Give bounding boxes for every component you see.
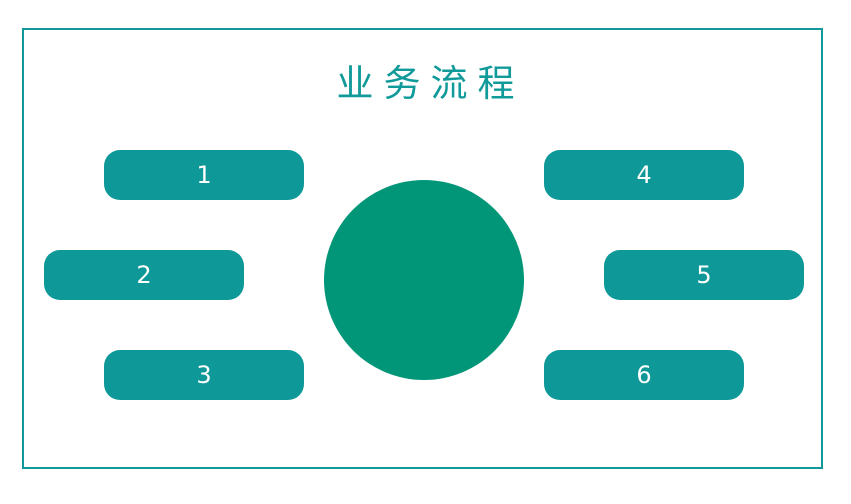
step-1-box: 1 xyxy=(104,150,304,200)
step-3-box: 3 xyxy=(104,350,304,400)
step-6-box: 6 xyxy=(544,350,744,400)
step-2-box: 2 xyxy=(44,250,244,300)
diagram-title: 业务流程 xyxy=(336,62,525,105)
center-circle xyxy=(324,180,524,380)
step-4-box: 4 xyxy=(544,150,744,200)
step-5-box: 5 xyxy=(604,250,804,300)
